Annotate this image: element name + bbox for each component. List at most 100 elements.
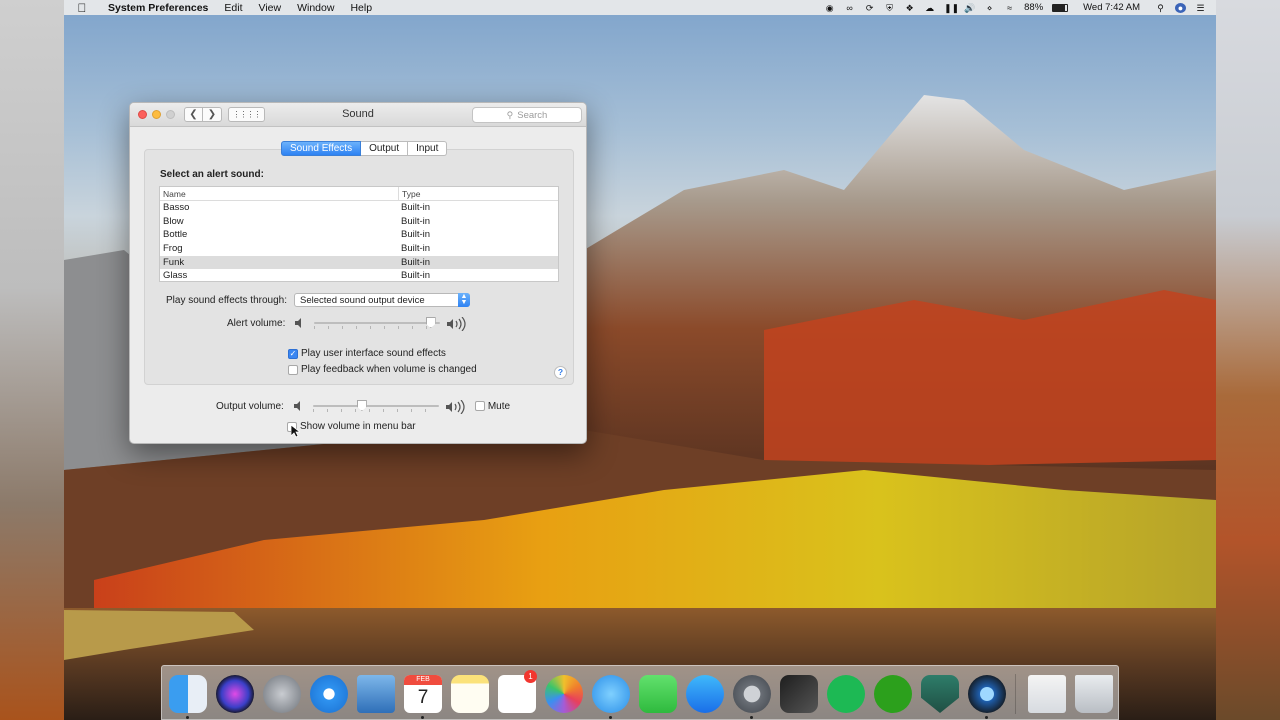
sound-name: Bottle <box>163 229 188 241</box>
sound-type: Built-in <box>401 256 431 268</box>
table-row[interactable]: Frog Built-in <box>160 242 558 256</box>
siri-icon[interactable] <box>216 675 254 713</box>
quicktime-icon[interactable] <box>968 675 1006 713</box>
final-cut-icon[interactable] <box>780 675 818 713</box>
feedback-checkbox[interactable] <box>288 364 298 375</box>
mouse-cursor-icon <box>291 425 300 438</box>
play-through-popup[interactable]: Selected sound output device ▲ ▼ <box>294 293 471 307</box>
tab-bar: Sound Effects Output Input <box>281 141 448 156</box>
documents-icon[interactable] <box>1028 675 1066 713</box>
left-letterbox <box>0 0 64 720</box>
menu-bar-volume-label[interactable]: Show volume in menu bar <box>300 421 416 432</box>
table-row[interactable]: Blow Built-in <box>160 215 558 229</box>
finder-icon[interactable] <box>169 675 207 713</box>
sound-name: Basso <box>163 202 190 213</box>
sound-name: Funk <box>163 256 185 268</box>
feedback-label[interactable]: Play feedback when volume is changed <box>301 364 477 375</box>
system-preferences-icon[interactable] <box>733 675 771 713</box>
app-store-icon[interactable] <box>686 675 724 713</box>
sync-icon[interactable]: ⟳ <box>864 3 875 13</box>
safari-icon[interactable] <box>310 675 348 713</box>
battery-percent[interactable]: 88% <box>1024 2 1043 13</box>
ui-sounds-checkbox[interactable]: ✓ <box>288 348 298 359</box>
speaker-low-icon <box>294 317 308 329</box>
battery-icon[interactable] <box>1052 3 1069 12</box>
spotify-icon[interactable] <box>827 675 865 713</box>
shield-icon[interactable]: ⛨ <box>884 3 895 13</box>
menu-app-name[interactable]: System Preferences <box>100 2 216 14</box>
menu-edit[interactable]: Edit <box>216 2 250 14</box>
title-bar[interactable]: ❮ ❯ ⋮⋮⋮⋮ Sound ⚲ Search <box>130 103 586 127</box>
alert-volume-label: Alert volume: <box>227 317 286 329</box>
output-volume-label: Output volume: <box>216 400 284 412</box>
sound-type: Built-in <box>401 243 431 255</box>
menu-view[interactable]: View <box>251 2 290 14</box>
wifi-icon[interactable]: ≈ <box>1004 3 1015 13</box>
help-button[interactable]: ? <box>554 366 567 379</box>
tab-output[interactable]: Output <box>361 141 409 156</box>
tab-input[interactable]: Input <box>408 141 448 156</box>
output-volume-slider[interactable] <box>312 400 439 412</box>
menu-window[interactable]: Window <box>289 2 342 14</box>
magnifier-icon: ⚲ <box>506 109 514 120</box>
record-icon[interactable]: ◉ <box>824 3 835 13</box>
sound-name: Frog <box>163 243 183 255</box>
dropbox-icon[interactable]: ❖ <box>904 3 915 13</box>
sound-type: Built-in <box>401 229 431 241</box>
play-through-label: Play sound effects through: <box>166 294 288 306</box>
speaker-low-icon <box>293 400 307 412</box>
volume-icon[interactable]: 🔊 <box>964 3 975 13</box>
trash-icon[interactable] <box>1075 675 1113 713</box>
column-header-type[interactable]: Type <box>399 187 558 200</box>
table-row[interactable]: Basso Built-in <box>160 201 558 215</box>
clock[interactable]: Wed 7:42 AM <box>1083 2 1140 13</box>
table-row[interactable]: Bottle Built-in <box>160 228 558 242</box>
apple-menu-icon[interactable]:  <box>64 1 100 15</box>
sound-type: Built-in <box>401 215 431 227</box>
select-alert-label: Select an alert sound: <box>160 169 264 180</box>
mute-checkbox[interactable] <box>474 401 485 411</box>
spotlight-search-icon[interactable]: ⚲ <box>1155 3 1166 13</box>
bluetooth-icon[interactable]: ⋄ <box>984 3 995 13</box>
quickbooks-icon[interactable] <box>874 675 912 713</box>
tab-sound-effects[interactable]: Sound Effects <box>281 141 362 156</box>
popup-arrows-icon: ▲ ▼ <box>458 293 471 307</box>
alert-sounds-table[interactable]: Name Type Basso Built-in Blow Built-in Bot… <box>159 186 559 282</box>
creative-cloud-icon[interactable]: ∞ <box>844 3 855 13</box>
shield-app-icon[interactable] <box>921 675 959 713</box>
feedback-row: Play feedback when volume is changed <box>288 364 477 375</box>
sound-preferences-window: ❮ ❯ ⋮⋮⋮⋮ Sound ⚲ Search Select an alert … <box>129 102 587 444</box>
notes-icon[interactable] <box>451 675 489 713</box>
messages-icon[interactable] <box>592 675 630 713</box>
sound-name: Blow <box>163 215 184 227</box>
speaker-high-icon <box>446 316 468 332</box>
cloud-upload-icon[interactable]: ☁ <box>924 3 935 13</box>
calendar-icon[interactable]: FEB 7 <box>404 675 442 713</box>
search-field[interactable]: ⚲ Search <box>472 107 582 123</box>
photos-icon[interactable] <box>545 675 583 713</box>
pause-icon[interactable]: ❚❚ <box>944 3 959 13</box>
ui-sounds-label[interactable]: Play user interface sound effects <box>301 348 446 359</box>
table-row-selected[interactable]: Funk Built-in <box>160 255 558 270</box>
user-avatar-icon[interactable]: ● <box>1175 2 1186 13</box>
menu-bar-volume-row: Show volume in menu bar <box>287 421 416 432</box>
running-indicator <box>609 716 612 719</box>
running-indicator <box>985 716 988 719</box>
sound-type: Built-in <box>401 270 431 282</box>
notification-center-icon[interactable]: ☰ <box>1195 3 1206 13</box>
mute-label[interactable]: Mute <box>488 401 510 412</box>
launchpad-icon[interactable] <box>263 675 301 713</box>
sound-name: Glass <box>163 270 188 282</box>
alert-volume-slider[interactable] <box>314 317 441 329</box>
play-through-value: Selected sound output device <box>300 294 425 306</box>
running-indicator <box>421 716 424 719</box>
alert-volume-row: Alert volume: <box>227 316 468 332</box>
sound-type: Built-in <box>401 202 431 213</box>
mail-icon[interactable] <box>357 675 395 713</box>
menu-help[interactable]: Help <box>342 2 380 14</box>
right-letterbox <box>1216 0 1280 720</box>
table-row[interactable]: Glass Built-in <box>160 269 558 282</box>
column-header-name[interactable]: Name <box>160 187 399 200</box>
facetime-icon[interactable] <box>639 675 677 713</box>
search-placeholder: Search <box>517 109 548 121</box>
